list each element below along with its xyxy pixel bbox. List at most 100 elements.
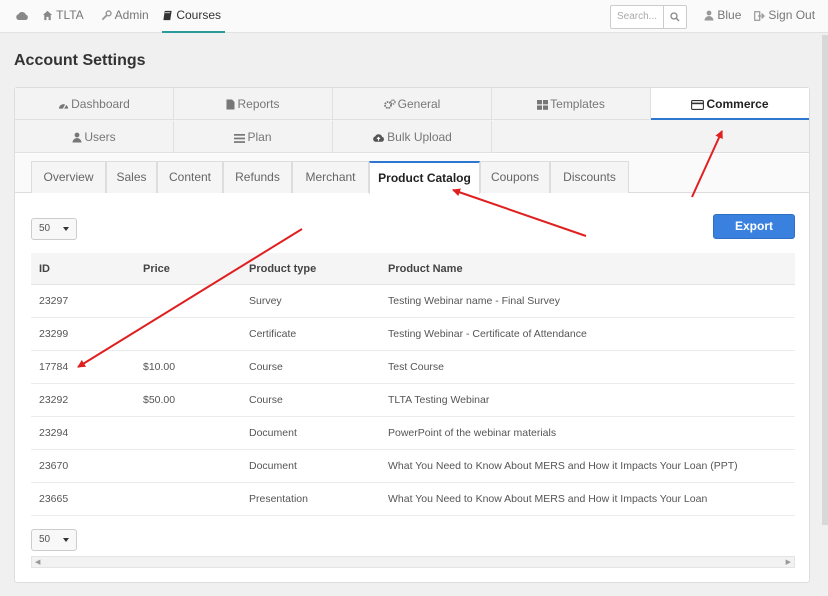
vertical-scrollbar[interactable] bbox=[822, 35, 828, 525]
tab-users-label: Users bbox=[84, 130, 116, 144]
subtab-content[interactable]: Content bbox=[157, 161, 223, 193]
table-row[interactable]: 23670 Document What You Need to Know Abo… bbox=[31, 450, 795, 483]
page-size-value: 50 bbox=[39, 223, 51, 234]
cell-id: 23292 bbox=[39, 394, 69, 406]
signout-icon bbox=[754, 11, 765, 21]
subtab-refunds[interactable]: Refunds bbox=[223, 161, 292, 193]
nav-brand-link[interactable]: TLTA bbox=[42, 0, 84, 33]
subtab-coupons[interactable]: Coupons bbox=[480, 161, 550, 193]
table-row[interactable]: 23297 Survey Testing Webinar name - Fina… bbox=[31, 285, 795, 318]
column-header-product-name[interactable]: Product Name bbox=[388, 253, 463, 285]
tab-templates[interactable]: Templates bbox=[492, 88, 651, 120]
cell-product-type: Presentation bbox=[249, 493, 308, 505]
book-icon bbox=[163, 10, 172, 21]
user-menu[interactable]: Blue bbox=[704, 0, 741, 33]
cell-product-type: Course bbox=[249, 361, 283, 373]
page-title: Account Settings bbox=[14, 52, 146, 69]
scroll-left-icon[interactable]: ◀ bbox=[35, 558, 40, 567]
cell-product-type: Course bbox=[249, 394, 283, 406]
chevron-down-icon bbox=[63, 227, 69, 231]
cell-product-type: Document bbox=[249, 460, 297, 472]
column-header-id[interactable]: ID bbox=[39, 253, 50, 285]
subtab-sales[interactable]: Sales bbox=[106, 161, 157, 193]
plan-icon bbox=[234, 134, 246, 143]
tab-reports[interactable]: Reports bbox=[174, 88, 333, 120]
cell-price: $10.00 bbox=[143, 361, 176, 373]
cloud-upload-icon bbox=[373, 134, 385, 142]
nav-courses-link[interactable]: Courses bbox=[162, 0, 226, 33]
nav-admin-label: Admin bbox=[114, 8, 149, 22]
cell-product-name: Testing Webinar name - Final Survey bbox=[388, 295, 560, 307]
tab-commerce[interactable]: Commerce bbox=[651, 88, 809, 120]
nav-brand-label: TLTA bbox=[56, 8, 84, 22]
table-row[interactable]: 17784 $10.00 Course Test Course bbox=[31, 351, 795, 384]
cell-price: $50.00 bbox=[143, 394, 176, 406]
cell-product-name: What You Need to Know About MERS and How… bbox=[388, 493, 708, 505]
product-catalog-table: ID Price Product type Product Name 23297… bbox=[31, 253, 795, 516]
page-size-select-top[interactable]: 50 bbox=[31, 218, 77, 240]
cell-product-name: Testing Webinar - Certificate of Attenda… bbox=[388, 328, 587, 340]
tab-users[interactable]: Users bbox=[15, 121, 174, 153]
home-icon bbox=[42, 10, 53, 21]
signout-link[interactable]: Sign Out bbox=[754, 0, 815, 33]
tab-bulk-upload[interactable]: Bulk Upload bbox=[333, 121, 492, 153]
cell-id: 23665 bbox=[39, 493, 69, 505]
table-row[interactable]: 23294 Document PowerPoint of the webinar… bbox=[31, 417, 795, 450]
cell-product-type: Certificate bbox=[249, 328, 297, 340]
cell-product-name: What You Need to Know About MERS and How… bbox=[388, 460, 738, 472]
cell-id: 17784 bbox=[39, 361, 69, 373]
cell-id: 23299 bbox=[39, 328, 69, 340]
subtab-discounts[interactable]: Discounts bbox=[550, 161, 629, 193]
signout-label: Sign Out bbox=[768, 8, 816, 22]
credit-card-icon bbox=[691, 100, 705, 110]
nav-courses-label: Courses bbox=[176, 8, 222, 22]
cell-product-name: PowerPoint of the webinar materials bbox=[388, 427, 557, 439]
scroll-right-icon[interactable]: ▶ bbox=[786, 558, 791, 567]
nav-admin-link[interactable]: Admin bbox=[101, 0, 149, 33]
table-row[interactable]: 23299 Certificate Testing Webinar - Cert… bbox=[31, 318, 795, 351]
tab-general-label: General bbox=[397, 97, 441, 111]
tab-bulk-upload-label: Bulk Upload bbox=[387, 130, 452, 144]
user-icon bbox=[704, 10, 714, 21]
page-size-select-bottom[interactable]: 50 bbox=[31, 529, 77, 551]
tab-plan-label: Plan bbox=[247, 130, 272, 144]
subtab-merchant[interactable]: Merchant bbox=[292, 161, 369, 193]
tab-dashboard[interactable]: Dashboard bbox=[15, 88, 174, 120]
file-icon bbox=[226, 99, 235, 110]
search-icon bbox=[670, 12, 680, 22]
tab-dashboard-label: Dashboard bbox=[71, 97, 130, 111]
page-size-value: 50 bbox=[39, 534, 51, 545]
cell-product-name: TLTA Testing Webinar bbox=[388, 394, 490, 406]
subtab-product-catalog[interactable]: Product Catalog bbox=[369, 161, 480, 194]
table-row[interactable]: 23292 $50.00 Course TLTA Testing Webinar bbox=[31, 384, 795, 417]
wrench-icon bbox=[101, 10, 112, 21]
sub-tabs: Overview Sales Content Refunds Merchant … bbox=[15, 154, 809, 194]
column-header-product-type[interactable]: Product type bbox=[249, 253, 316, 285]
dashboard-icon bbox=[59, 104, 69, 109]
settings-panel: Dashboard Reports General Templates Comm… bbox=[14, 87, 810, 583]
tab-templates-label: Templates bbox=[550, 97, 605, 111]
subtab-overview[interactable]: Overview bbox=[31, 161, 106, 193]
table-header: ID Price Product type Product Name bbox=[31, 253, 795, 285]
search-button[interactable] bbox=[663, 5, 687, 29]
export-button[interactable]: Export bbox=[713, 214, 795, 239]
cell-id: 23670 bbox=[39, 460, 69, 472]
tab-general[interactable]: General bbox=[333, 88, 492, 120]
gears-icon bbox=[383, 99, 396, 109]
tab-commerce-label: Commerce bbox=[706, 97, 769, 111]
user-name: Blue bbox=[717, 8, 742, 22]
tab-reports-label: Reports bbox=[237, 97, 280, 111]
table-row[interactable]: 23665 Presentation What You Need to Know… bbox=[31, 483, 795, 516]
tab-plan[interactable]: Plan bbox=[174, 121, 333, 153]
cloud-icon[interactable] bbox=[15, 0, 29, 33]
horizontal-scrollbar[interactable]: ◀ ▶ bbox=[31, 556, 795, 568]
main-tabs: Dashboard Reports General Templates Comm… bbox=[15, 88, 809, 153]
search-input[interactable]: Search... bbox=[610, 5, 664, 29]
cell-product-type: Survey bbox=[249, 295, 282, 307]
chevron-down-icon bbox=[63, 538, 69, 542]
column-header-price[interactable]: Price bbox=[143, 253, 170, 285]
cell-product-type: Document bbox=[249, 427, 297, 439]
cell-id: 23297 bbox=[39, 295, 69, 307]
users-icon bbox=[72, 132, 82, 143]
cell-product-name: Test Course bbox=[388, 361, 445, 373]
